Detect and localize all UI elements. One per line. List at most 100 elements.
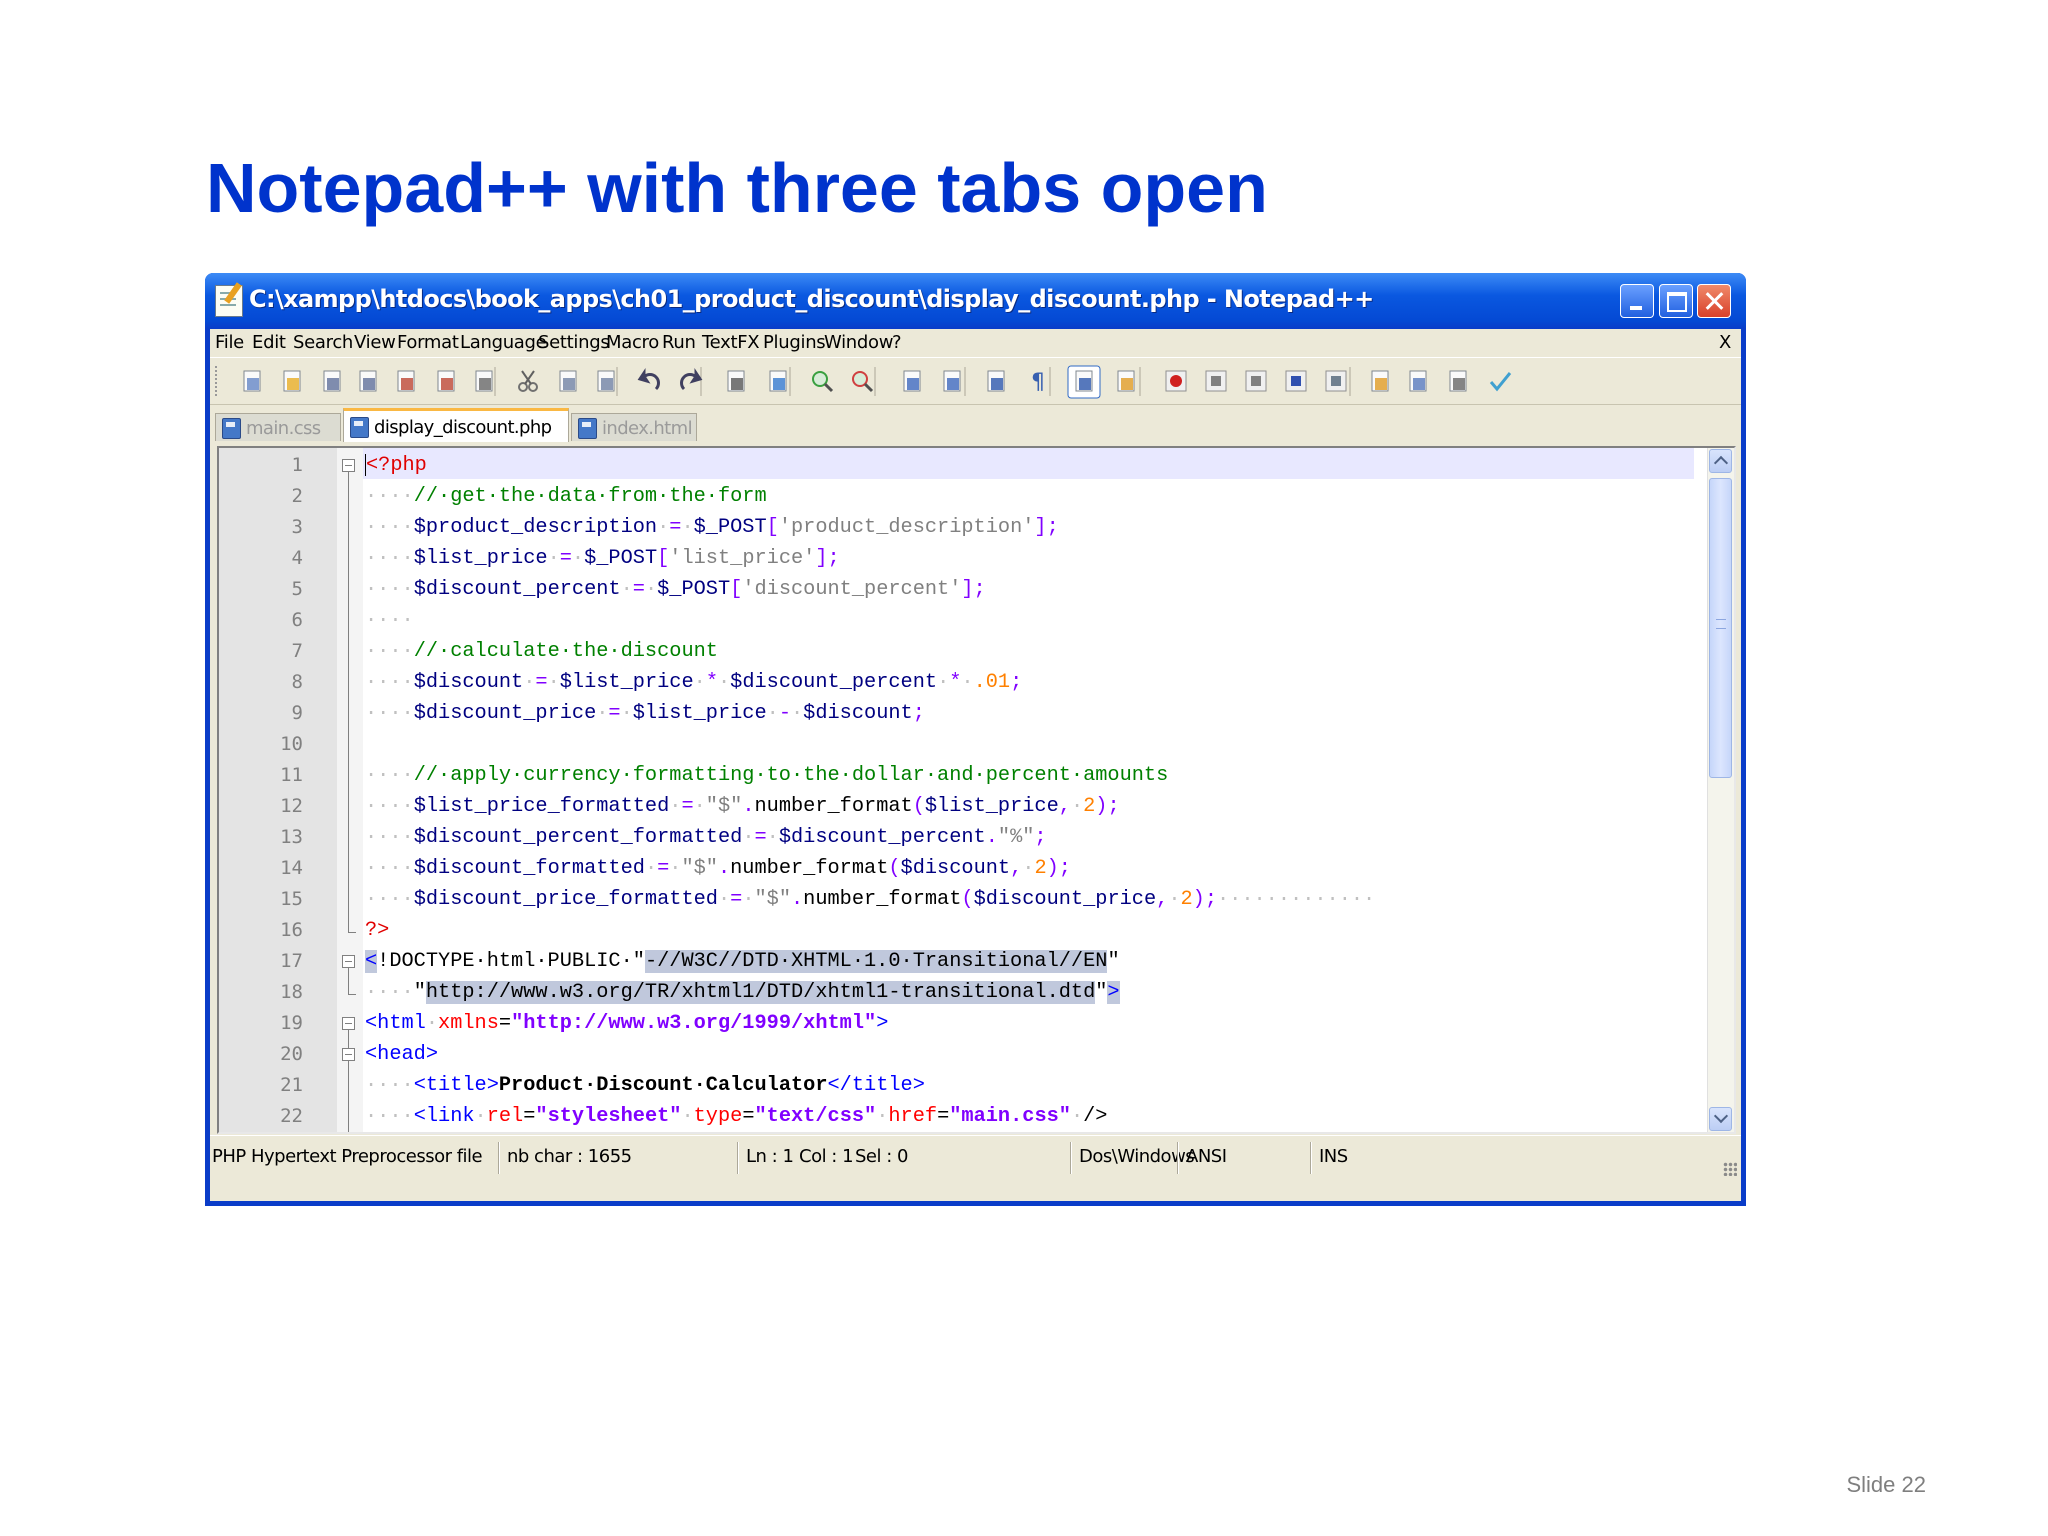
code-line[interactable]: ····$discount_percent_formatted·=·$disco… [365,822,1047,853]
code-line[interactable]: ····$discount·=·$list_price·*·$discount_… [365,667,1022,698]
indent-guide-icon[interactable] [1067,365,1101,399]
code-line[interactable]: ····//·get·the·data·from·the·form [365,481,767,512]
record-macro-icon[interactable] [1165,370,1187,392]
line-number: 22 [280,1105,303,1127]
show-all-chars-icon[interactable]: ¶ [1031,370,1045,395]
code-token: = [498,1012,512,1035]
find-icon[interactable] [727,370,745,392]
stop-macro-icon[interactable] [1205,370,1227,392]
menu-settings[interactable]: Settings [538,332,610,353]
paste-icon[interactable] [597,370,615,392]
code-token: " [1107,950,1120,973]
panel-icon[interactable] [1409,370,1427,392]
folder-icon[interactable] [1371,370,1389,392]
code-line[interactable]: <?php [365,450,427,481]
menu-window[interactable]: Window [824,332,893,353]
notepad-app-icon[interactable] [215,285,243,317]
close-window-button[interactable] [1697,284,1731,318]
tab-display-discount-php[interactable]: display_discount.php [343,408,569,442]
menu-file[interactable]: File [215,332,244,353]
copy-icon[interactable] [559,370,577,392]
close-document-button[interactable]: X [1719,332,1731,353]
run-macro-multiple-icon[interactable] [1285,370,1307,392]
fold-toggle-icon[interactable] [342,459,355,472]
code-token: $_POST [693,516,767,539]
save-all-icon[interactable] [359,370,377,392]
menu-plugins[interactable]: Plugins [763,332,826,353]
user-lang-icon[interactable] [1117,370,1135,392]
menu-macro[interactable]: Macro [606,332,659,353]
menu-search[interactable]: Search [293,332,353,353]
save-icon[interactable] [323,370,341,392]
maximize-button[interactable] [1659,284,1693,318]
tab-index-html[interactable]: index.html [571,413,697,441]
close-all-icon[interactable] [437,370,455,392]
new-file-icon[interactable] [243,370,261,392]
code-line[interactable]: ····$list_price_formatted·=·"$".number_f… [365,791,1120,822]
minimize-button[interactable] [1620,284,1654,318]
menu-format[interactable]: Format [397,332,459,353]
menu-run[interactable]: Run [662,332,696,353]
spell-check-icon[interactable] [1489,372,1512,392]
code-token: $list_price [413,547,548,570]
code-line[interactable]: ?> [365,915,389,946]
code-line[interactable]: ····$discount_percent·=·$_POST['discount… [365,574,986,605]
file-explorer-icon[interactable] [1449,370,1467,392]
resize-grip-icon[interactable] [1723,1162,1737,1176]
play-macro-icon[interactable] [1245,370,1267,392]
menu-edit[interactable]: Edit [252,332,286,353]
code-token: $list_price [632,702,767,725]
scroll-thumb[interactable] [1709,478,1732,778]
code-token: 2 [1083,795,1096,818]
code-line[interactable]: ····$product_description·=·$_POST['produ… [365,512,1059,543]
code-token: ]; [815,547,840,570]
print-icon[interactable] [475,370,493,392]
code-line[interactable]: ····$discount_price·=·$list_price·-·$dis… [365,698,925,729]
word-wrap-icon[interactable] [987,370,1005,392]
zoom-out-icon[interactable] [852,371,874,393]
title-bar[interactable]: C:\xampp\htdocs\book_apps\ch01_product_d… [205,273,1746,329]
code-line[interactable]: ····//·apply·currency·formatting·to·the·… [365,760,1168,791]
code-line[interactable]: ····"http://www.w3.org/TR/xhtml1/DTD/xht… [365,977,1120,1008]
code-line[interactable]: <!DOCTYPE·html·PUBLIC·"-//W3C//DTD·XHTML… [365,946,1120,977]
zoom-in-icon[interactable] [812,371,834,393]
status-divider [737,1142,739,1174]
fold-toggle-icon[interactable] [342,1017,355,1030]
code-line[interactable]: ····$list_price·=·$_POST['list_price']; [365,543,840,574]
fold-toggle-icon[interactable] [342,1048,355,1061]
undo-icon[interactable] [637,368,660,391]
menu-textfx[interactable]: TextFX [702,332,760,353]
redo-icon[interactable] [680,368,703,391]
code-token: ); [1192,888,1217,911]
code-line[interactable]: <html·xmlns="http://www.w3.org/1999/xhtm… [365,1008,888,1039]
scroll-up-icon[interactable] [1709,449,1732,473]
code-line[interactable]: ····<title>Product·Discount·Calculator</… [365,1070,925,1101]
menu-language[interactable]: Language [460,332,547,353]
tab-main-css[interactable]: main.css [215,413,341,441]
code-token: "$" [681,857,718,880]
sync-horizontal-icon[interactable] [943,370,961,392]
close-icon[interactable] [397,370,415,392]
menu-view[interactable]: View [354,332,396,353]
code-token: , [1058,795,1071,818]
open-file-icon[interactable] [283,370,301,392]
code-token: · [766,826,779,849]
sync-vertical-icon[interactable] [903,370,921,392]
menu-help[interactable]: ? [892,332,902,353]
replace-icon[interactable] [769,370,787,392]
vertical-scrollbar[interactable] [1707,448,1734,1132]
scroll-down-icon[interactable] [1709,1107,1732,1131]
code-line[interactable]: <head> [365,1039,438,1070]
code-line[interactable]: ····//·calculate·the·discount [365,636,718,667]
code-line[interactable]: ····$discount_price_formatted·=·"$".numb… [365,884,1375,915]
code-editor[interactable]: 1 2 3 4 5 6 7 8 9 10 11 12 13 14 15 16 17 18 19 20 21 22 <?ph… [217,446,1736,1134]
fold-end-marker [348,986,356,995]
code-line[interactable]: ····<link·rel="stylesheet"·type="text/cs… [365,1101,1107,1132]
code-token: ···· [365,857,414,880]
fold-toggle-icon[interactable] [342,955,355,968]
save-macro-icon[interactable] [1325,370,1347,392]
code-line[interactable]: ···· [365,605,414,636]
code-token: · [681,1105,694,1128]
cut-icon[interactable] [518,370,538,392]
code-line[interactable]: ····$discount_formatted·=·"$".number_for… [365,853,1071,884]
